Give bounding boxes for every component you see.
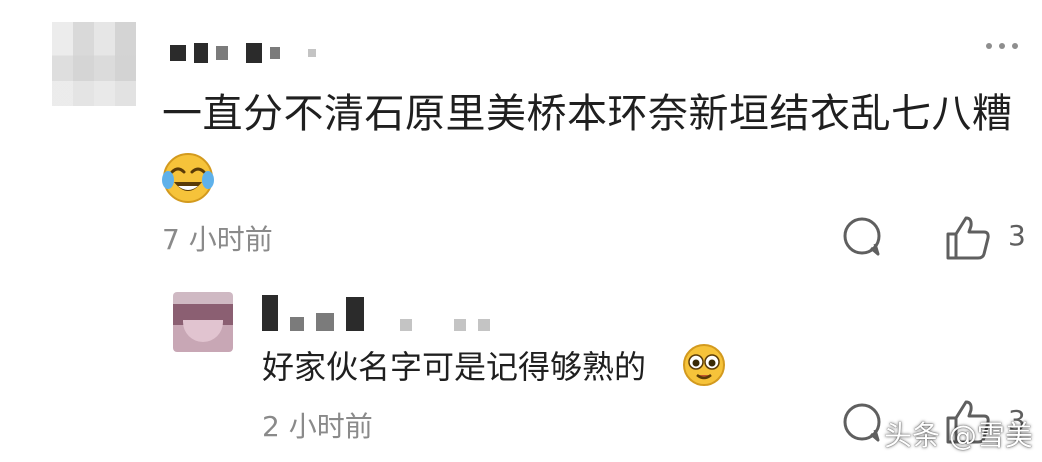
- thumbs-up-icon[interactable]: [942, 212, 994, 264]
- like-count: 3: [1008, 219, 1026, 252]
- reply-name-redacted[interactable]: [262, 291, 490, 331]
- comment-bubble-icon[interactable]: [840, 400, 886, 446]
- laughing-crying-emoji: [162, 153, 214, 203]
- comment-text: 一直分不清石原里美桥本环奈新垣结衣乱七八糟: [162, 91, 1013, 137]
- more-dots-icon[interactable]: [986, 38, 1026, 54]
- watermark: 头条 @雪美: [884, 419, 1033, 452]
- reply-text: 好家伙名字可是记得够熟的: [262, 348, 647, 386]
- commenter-avatar[interactable]: [52, 22, 136, 106]
- commenter-name-redacted[interactable]: [170, 42, 316, 64]
- comment-timestamp: 7 小时前: [162, 223, 273, 256]
- reply-avatar[interactable]: [173, 292, 233, 352]
- staring-eyes-emoji: [683, 344, 725, 386]
- comment-bubble-icon[interactable]: [840, 214, 886, 260]
- reply-timestamp: 2 小时前: [262, 410, 373, 443]
